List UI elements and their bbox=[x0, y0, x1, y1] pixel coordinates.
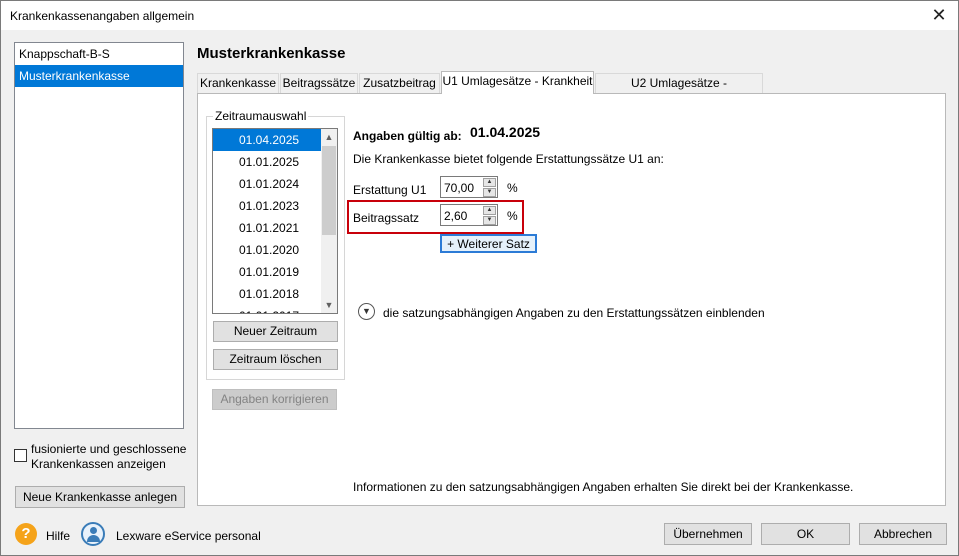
arrow-up-icon[interactable]: ▲ bbox=[483, 178, 496, 187]
window-title: Krankenkassenangaben allgemein bbox=[10, 9, 195, 23]
show-merged-checkbox-label[interactable]: fusionierte und geschlossene Krankenkass… bbox=[31, 442, 196, 472]
list-item-knappschaft[interactable]: Knappschaft-B-S bbox=[15, 43, 183, 65]
period-item[interactable]: 01.04.2025 bbox=[213, 129, 322, 151]
new-period-button[interactable]: Neuer Zeitraum bbox=[213, 321, 338, 342]
eservice-label[interactable]: Lexware eService personal bbox=[116, 529, 261, 543]
valid-from-date: 01.04.2025 bbox=[470, 124, 541, 140]
arrow-down-icon[interactable]: ▼ bbox=[483, 216, 496, 225]
period-item[interactable]: 01.01.2020 bbox=[213, 239, 322, 261]
add-rate-button[interactable]: + Weiterer Satz bbox=[440, 234, 537, 253]
period-item[interactable]: 01.01.2024 bbox=[213, 173, 322, 195]
health-insurance-list[interactable]: Knappschaft-B-S Musterkrankenkasse bbox=[14, 42, 184, 429]
tab-zusatzbeitrag[interactable]: Zusatzbeitrag bbox=[359, 73, 440, 93]
tab-u1-umlagesaetze[interactable]: U1 Umlagesätze - Krankheit bbox=[441, 71, 594, 94]
erstattung-unit: % bbox=[507, 181, 518, 195]
beitragssatz-label: Beitragssatz bbox=[353, 211, 420, 225]
beitragssatz-unit: % bbox=[507, 209, 518, 223]
info-text: Informationen zu den satzungsabhängigen … bbox=[353, 480, 854, 494]
period-item[interactable]: 01.01.2017 bbox=[213, 305, 322, 313]
new-health-insurance-button[interactable]: Neue Krankenkasse anlegen bbox=[15, 486, 185, 508]
page-title: Musterkrankenkasse bbox=[197, 45, 346, 62]
period-item[interactable]: 01.01.2019 bbox=[213, 261, 322, 283]
beitragssatz-stepper[interactable]: 2,60 ▲ ▼ bbox=[440, 204, 498, 226]
show-merged-checkbox[interactable] bbox=[14, 449, 27, 462]
help-icon[interactable]: ? bbox=[15, 523, 37, 545]
eservice-icon-body bbox=[87, 535, 100, 542]
help-label[interactable]: Hilfe bbox=[46, 529, 70, 543]
chevron-down-icon[interactable]: ▼ bbox=[321, 297, 337, 313]
ok-button[interactable]: OK bbox=[761, 523, 850, 545]
erstattung-stepper[interactable]: 70,00 ▲ ▼ bbox=[440, 176, 498, 198]
tab-u2-umlagesaetze[interactable]: U2 Umlagesätze - Mutterschutz bbox=[595, 73, 763, 108]
title-bar: Krankenkassenangaben allgemein ✕ bbox=[0, 0, 959, 30]
eservice-icon-head bbox=[90, 527, 97, 534]
list-item-musterkrankenkasse[interactable]: Musterkrankenkasse bbox=[15, 65, 183, 87]
beitragssatz-value[interactable]: 2,60 bbox=[444, 209, 467, 223]
eservice-icon[interactable] bbox=[81, 522, 105, 546]
period-list-scrollbar[interactable]: ▲ ▼ bbox=[321, 129, 337, 313]
erstattung-value[interactable]: 70,00 bbox=[444, 181, 474, 195]
expander-text[interactable]: die satzungsabhängigen Angaben zu den Er… bbox=[383, 306, 765, 320]
period-group-label: Zeitraumauswahl bbox=[213, 109, 309, 123]
valid-from-label: Angaben gültig ab: bbox=[353, 129, 462, 143]
delete-period-button[interactable]: Zeitraum löschen bbox=[213, 349, 338, 370]
correct-data-button: Angaben korrigieren bbox=[212, 389, 337, 410]
period-item[interactable]: 01.01.2025 bbox=[213, 151, 322, 173]
apply-button[interactable]: Übernehmen bbox=[664, 523, 752, 545]
arrow-up-icon[interactable]: ▲ bbox=[321, 129, 337, 145]
arrow-down-icon[interactable]: ▼ bbox=[483, 188, 496, 197]
erstattung-label: Erstattung U1 bbox=[353, 183, 427, 197]
period-item[interactable]: 01.01.2023 bbox=[213, 195, 322, 217]
chevron-down-icon[interactable]: ▼ bbox=[358, 303, 375, 320]
tab-beitragssaetze[interactable]: Beitragssätze bbox=[280, 73, 358, 93]
tab-krankenkasse[interactable]: Krankenkasse bbox=[197, 73, 279, 93]
period-list[interactable]: 01.04.2025 01.01.2025 01.01.2024 01.01.2… bbox=[212, 128, 338, 314]
close-icon[interactable]: ✕ bbox=[926, 4, 952, 26]
period-item[interactable]: 01.01.2018 bbox=[213, 283, 322, 305]
description-text: Die Krankenkasse bietet folgende Erstatt… bbox=[353, 152, 664, 166]
scrollbar-thumb[interactable] bbox=[322, 146, 336, 235]
arrow-up-icon[interactable]: ▲ bbox=[483, 206, 496, 215]
period-item[interactable]: 01.01.2021 bbox=[213, 217, 322, 239]
cancel-button[interactable]: Abbrechen bbox=[859, 523, 947, 545]
